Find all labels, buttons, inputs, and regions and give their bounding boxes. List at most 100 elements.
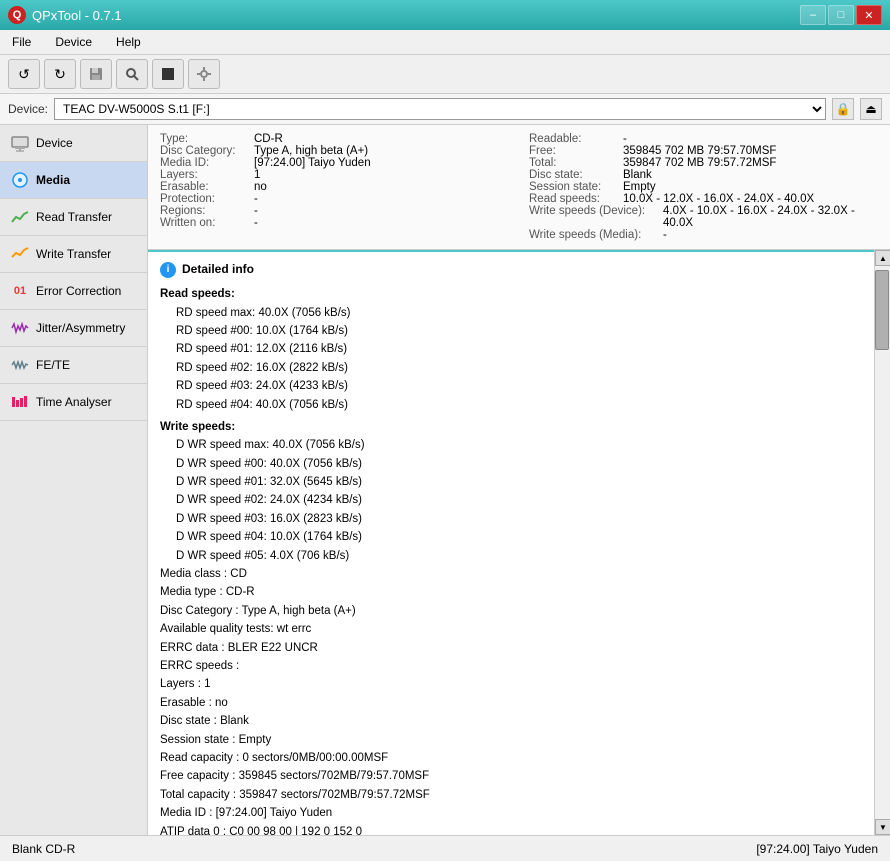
label-written-on: Written on: [160, 217, 250, 229]
detail-line: ATIP data 0 : C0 00 98 00 | 192 0 152 0 [160, 823, 862, 835]
detail-line: Free capacity : 359845 sectors/702MB/79:… [160, 767, 862, 785]
menu-device[interactable]: Device [49, 33, 98, 51]
sidebar-item-fete[interactable]: FE/TE [0, 347, 147, 384]
device-icon [10, 133, 30, 153]
label-protection: Protection: [160, 193, 250, 205]
value-total: 359847 702 MB 79:57.72MSF [623, 157, 776, 169]
close-button[interactable]: ✕ [856, 5, 882, 25]
detail-line: RD speed #03: 24.0X (4233 kB/s) [176, 377, 862, 395]
time-analyser-icon [10, 392, 30, 412]
detail-line: Layers : 1 [160, 675, 862, 693]
sidebar-label-read-transfer: Read Transfer [36, 210, 112, 224]
label-write-speeds-media: Write speeds (Media): [529, 229, 659, 241]
menu-file[interactable]: File [6, 33, 37, 51]
detail-line: Available quality tests: wt errc [160, 620, 862, 638]
scrollbar-down[interactable]: ▼ [875, 819, 890, 835]
sidebar-item-error-correction[interactable]: 01 Error Correction [0, 273, 147, 310]
toolbar-btn-zoom[interactable] [116, 59, 148, 89]
detail-line: RD speed #02: 16.0X (2822 kB/s) [176, 359, 862, 377]
label-total: Total: [529, 157, 619, 169]
info-row-regions: Regions: - [160, 205, 509, 217]
device-bar: Device: TEAC DV-W5000S S.t1 [F:] 🔒 ⏏ [0, 94, 890, 125]
detail-line: Disc Category : Type A, high beta (A+) [160, 602, 862, 620]
detail-line: Media class : CD [160, 565, 862, 583]
value-protection: - [254, 193, 258, 205]
toolbar-btn-forward[interactable]: ↻ [44, 59, 76, 89]
info-icon: i [160, 262, 176, 278]
media-icon [10, 170, 30, 190]
sidebar-item-media[interactable]: Media [0, 162, 147, 199]
detail-line: ERRC data : BLER E22 UNCR [160, 639, 862, 657]
detail-line: D WR speed #00: 40.0X (7056 kB/s) [176, 455, 862, 473]
extra-info-section: Media class : CD Media type : CD-R Disc … [160, 565, 862, 835]
value-write-speeds-media: - [663, 229, 667, 241]
read-speeds-title: Read speeds: [160, 285, 862, 303]
toolbar-btn-stop[interactable] [152, 59, 184, 89]
title-bar-left: Q QPxTool - 0.7.1 [8, 6, 122, 24]
detail-line: Session state : Empty [160, 731, 862, 749]
main-area: Device Media Read Transfer Write Transfe… [0, 125, 890, 835]
fete-icon [10, 355, 30, 375]
sidebar-item-device[interactable]: Device [0, 125, 147, 162]
sidebar-item-write-transfer[interactable]: Write Transfer [0, 236, 147, 273]
value-regions: - [254, 205, 258, 217]
device-eject-btn[interactable]: ⏏ [860, 98, 882, 120]
info-row-session-state: Session state: Empty [529, 181, 878, 193]
detail-line: D WR speed #01: 32.0X (5645 kB/s) [176, 473, 862, 491]
scrollbar-up[interactable]: ▲ [875, 250, 890, 266]
info-row-disc-state: Disc state: Blank [529, 169, 878, 181]
value-layers: 1 [254, 169, 260, 181]
info-row-read-speeds: Read speeds: 10.0X - 12.0X - 16.0X - 24.… [529, 193, 878, 205]
value-free: 359845 702 MB 79:57.70MSF [623, 145, 776, 157]
detail-line: ERRC speeds : [160, 657, 862, 675]
sidebar-item-read-transfer[interactable]: Read Transfer [0, 199, 147, 236]
label-regions: Regions: [160, 205, 250, 217]
sidebar-label-write-transfer: Write Transfer [36, 247, 111, 261]
toolbar-btn-settings[interactable] [188, 59, 220, 89]
window-title: QPxTool - 0.7.1 [32, 8, 122, 23]
info-left: Type: CD-R Disc Category: Type A, high b… [160, 133, 509, 241]
info-right: Readable: - Free: 359845 702 MB 79:57.70… [529, 133, 878, 241]
detail-line: D WR speed #02: 24.0X (4234 kB/s) [176, 491, 862, 509]
detail-line: Total capacity : 359847 sectors/702MB/79… [160, 786, 862, 804]
info-row-erasable: Erasable: no [160, 181, 509, 193]
status-left: Blank CD-R [12, 842, 75, 856]
info-row-protection: Protection: - [160, 193, 509, 205]
detail-line: RD speed #01: 12.0X (2116 kB/s) [176, 340, 862, 358]
info-row-type: Type: CD-R [160, 133, 509, 145]
value-disc-state: Blank [623, 169, 652, 181]
label-write-speeds-device: Write speeds (Device): [529, 205, 659, 229]
device-lock-btn[interactable]: 🔒 [832, 98, 854, 120]
value-write-speeds-device: 4.0X - 10.0X - 16.0X - 24.0X - 32.0X - 4… [663, 205, 878, 229]
sidebar: Device Media Read Transfer Write Transfe… [0, 125, 148, 835]
label-type: Type: [160, 133, 250, 145]
content-area: Type: CD-R Disc Category: Type A, high b… [148, 125, 890, 835]
error-correction-icon: 01 [10, 281, 30, 301]
read-speeds-section: Read speeds: RD speed max: 40.0X (7056 k… [160, 285, 862, 414]
value-media-id: [97:24.00] Taiyo Yuden [254, 157, 371, 169]
sidebar-item-time-analyser[interactable]: Time Analyser [0, 384, 147, 421]
sidebar-label-fete: FE/TE [36, 358, 70, 372]
info-row-layers: Layers: 1 [160, 169, 509, 181]
label-session-state: Session state: [529, 181, 619, 193]
detail-panel: i Detailed info Read speeds: RD speed ma… [148, 250, 874, 835]
sidebar-label-jitter: Jitter/Asymmetry [36, 321, 125, 335]
write-speeds-title: Write speeds: [160, 418, 862, 436]
detail-line: Disc state : Blank [160, 712, 862, 730]
scrollbar-track[interactable]: ▲ ▼ [874, 250, 890, 835]
title-bar: Q QPxTool - 0.7.1 – □ ✕ [0, 0, 890, 30]
detail-line: RD speed max: 40.0X (7056 kB/s) [176, 304, 862, 322]
status-right: [97:24.00] Taiyo Yuden [756, 842, 878, 856]
value-type: CD-R [254, 133, 283, 145]
sidebar-item-jitter[interactable]: Jitter/Asymmetry [0, 310, 147, 347]
info-row-written-on: Written on: - [160, 217, 509, 229]
maximize-button[interactable]: □ [828, 5, 854, 25]
title-bar-controls: – □ ✕ [800, 5, 882, 25]
value-erasable: no [254, 181, 267, 193]
toolbar-btn-refresh[interactable]: ↺ [8, 59, 40, 89]
scrollbar-thumb[interactable] [875, 270, 889, 350]
toolbar-btn-save[interactable] [80, 59, 112, 89]
device-select[interactable]: TEAC DV-W5000S S.t1 [F:] [54, 98, 826, 120]
menu-help[interactable]: Help [110, 33, 147, 51]
minimize-button[interactable]: – [800, 5, 826, 25]
